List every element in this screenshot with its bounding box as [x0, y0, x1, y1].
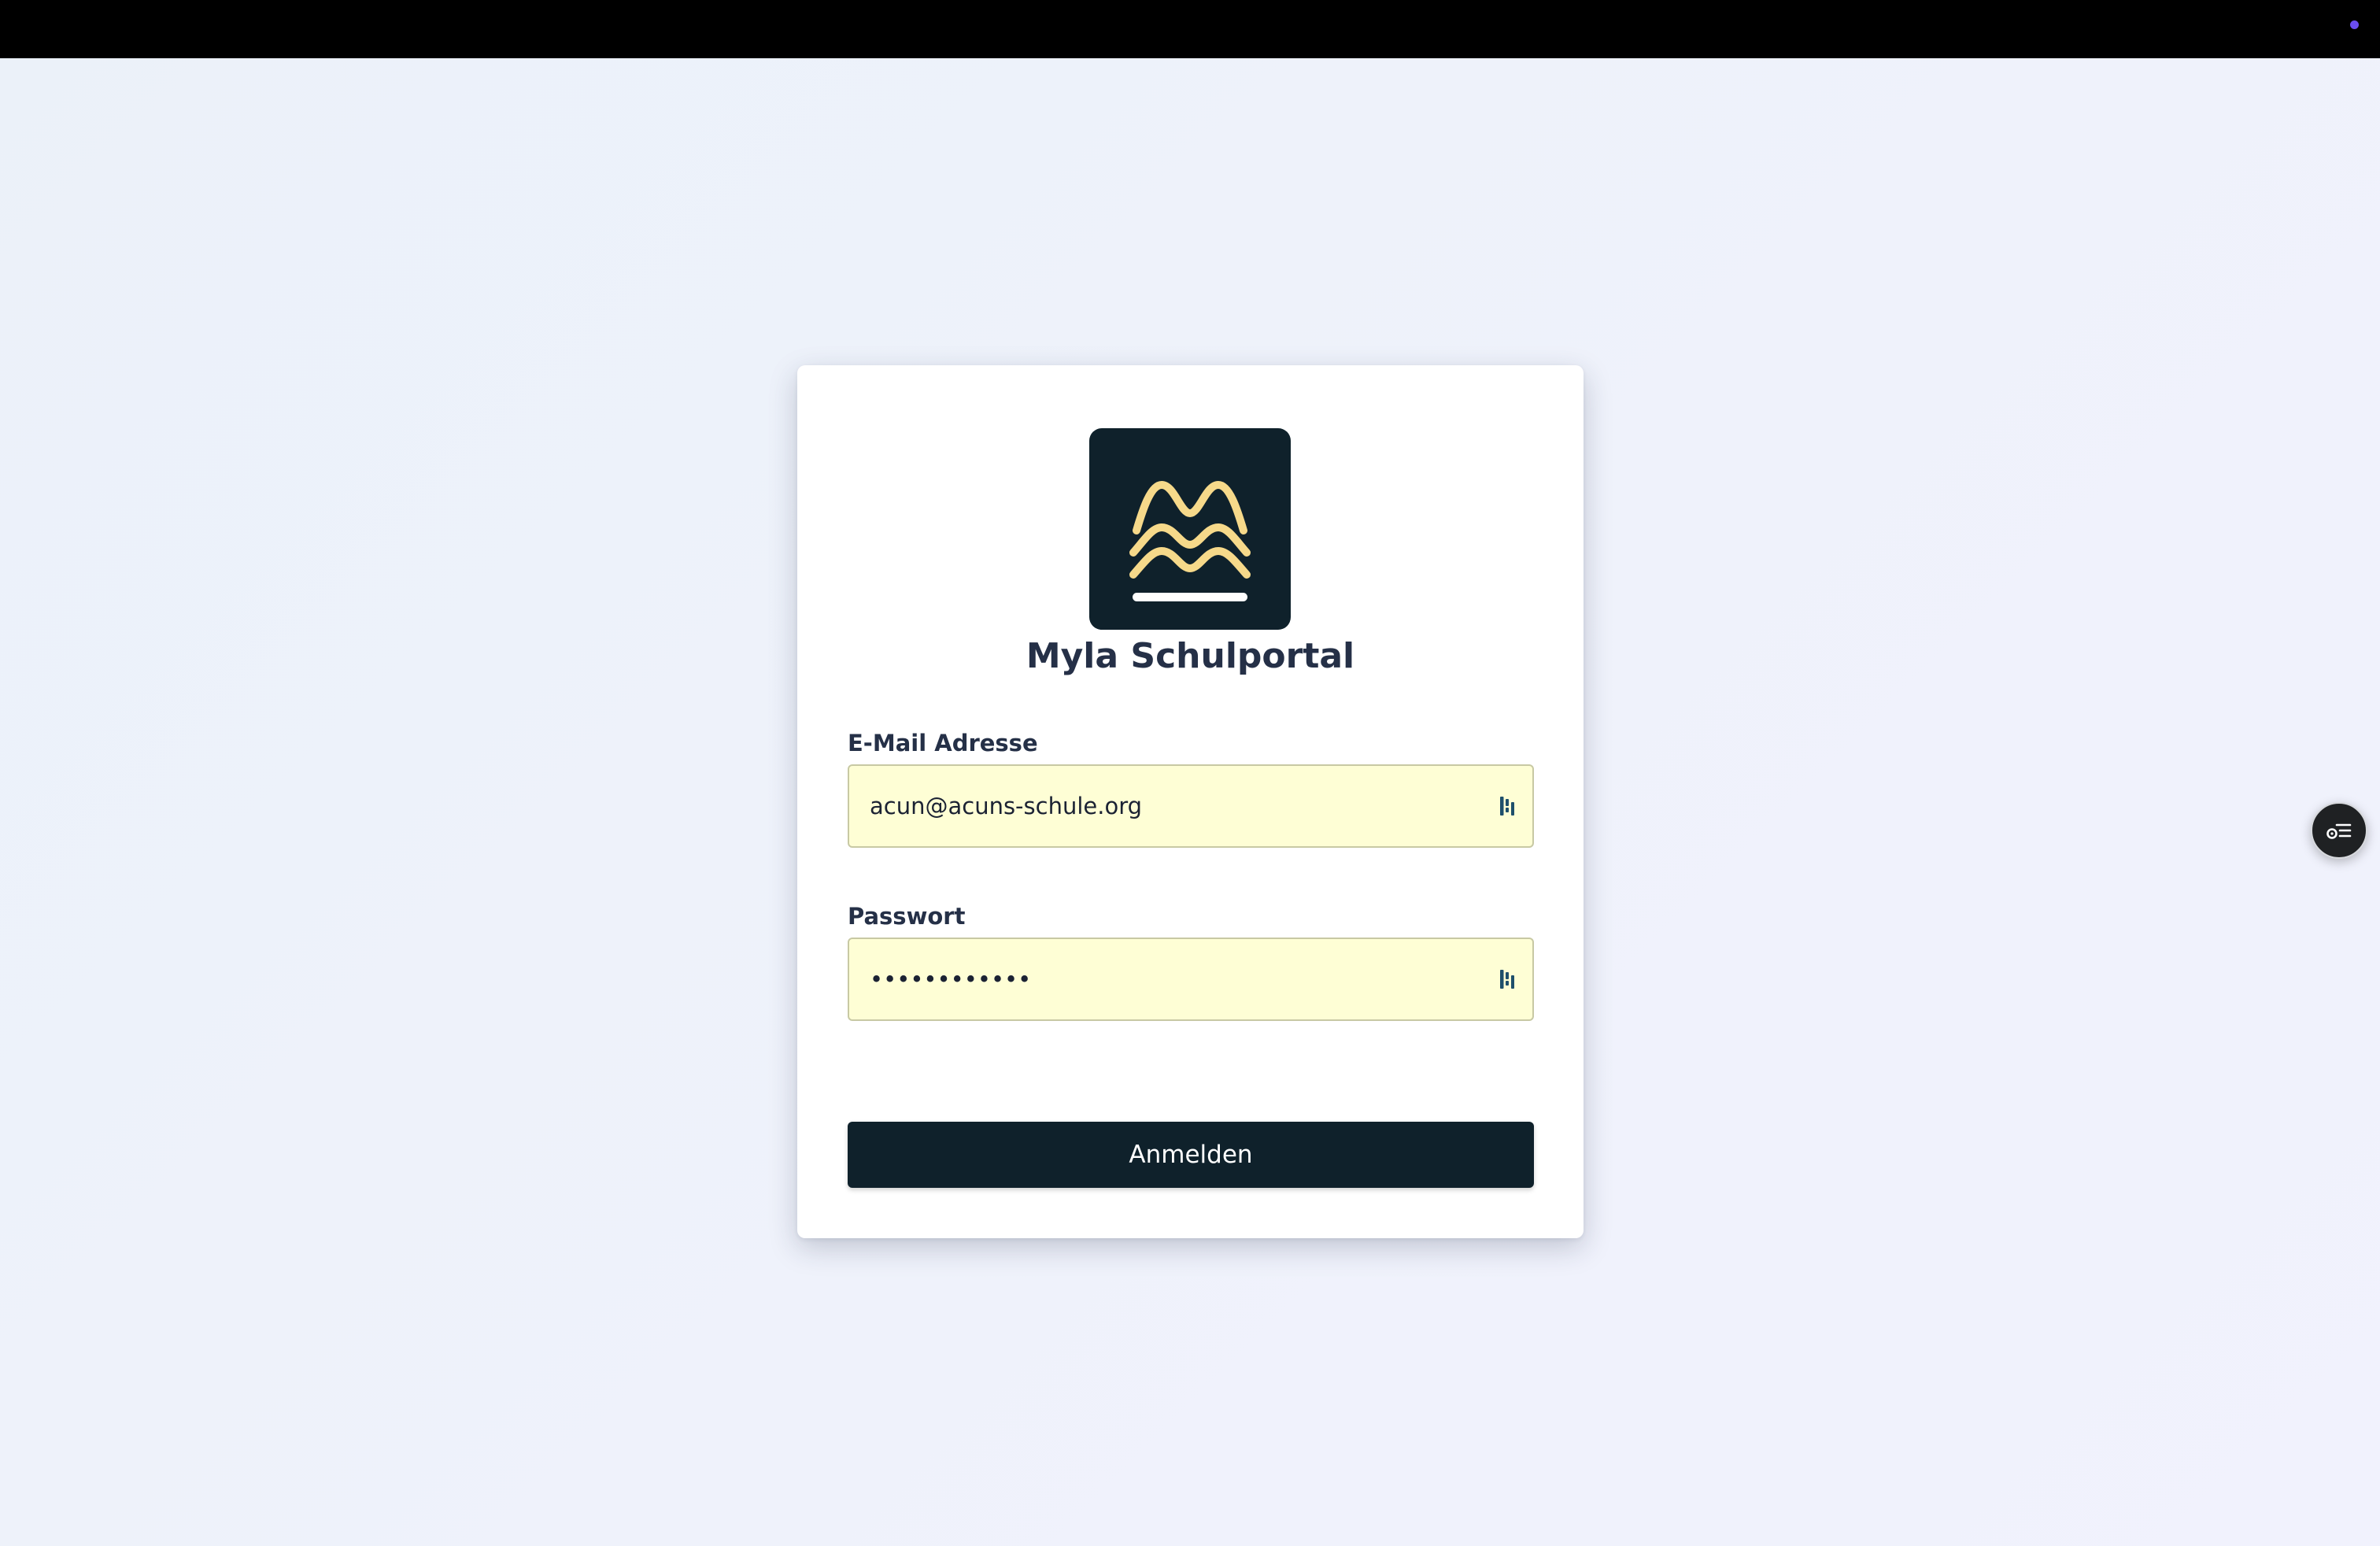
password-label: Passwort [848, 903, 966, 930]
app-title: Myla Schulportal [1026, 636, 1355, 676]
login-button[interactable]: Anmelden [848, 1122, 1534, 1188]
app-logo [1089, 428, 1291, 630]
floating-action-button[interactable] [2311, 802, 2367, 859]
password-field[interactable] [849, 939, 1479, 1019]
status-dot-icon [2350, 20, 2359, 29]
waves-logo-icon [1129, 480, 1251, 601]
password-manager-icon[interactable] [1499, 795, 1518, 817]
email-field-container [848, 764, 1534, 848]
password-manager-icon[interactable] [1499, 968, 1518, 990]
email-field[interactable] [849, 766, 1479, 846]
login-card: Myla Schulportal E-Mail Adresse Passwort… [797, 365, 1584, 1238]
settings-list-icon [2326, 823, 2352, 839]
email-label: E-Mail Adresse [848, 730, 1038, 756]
password-field-container [848, 938, 1534, 1021]
top-bar [0, 0, 2380, 58]
